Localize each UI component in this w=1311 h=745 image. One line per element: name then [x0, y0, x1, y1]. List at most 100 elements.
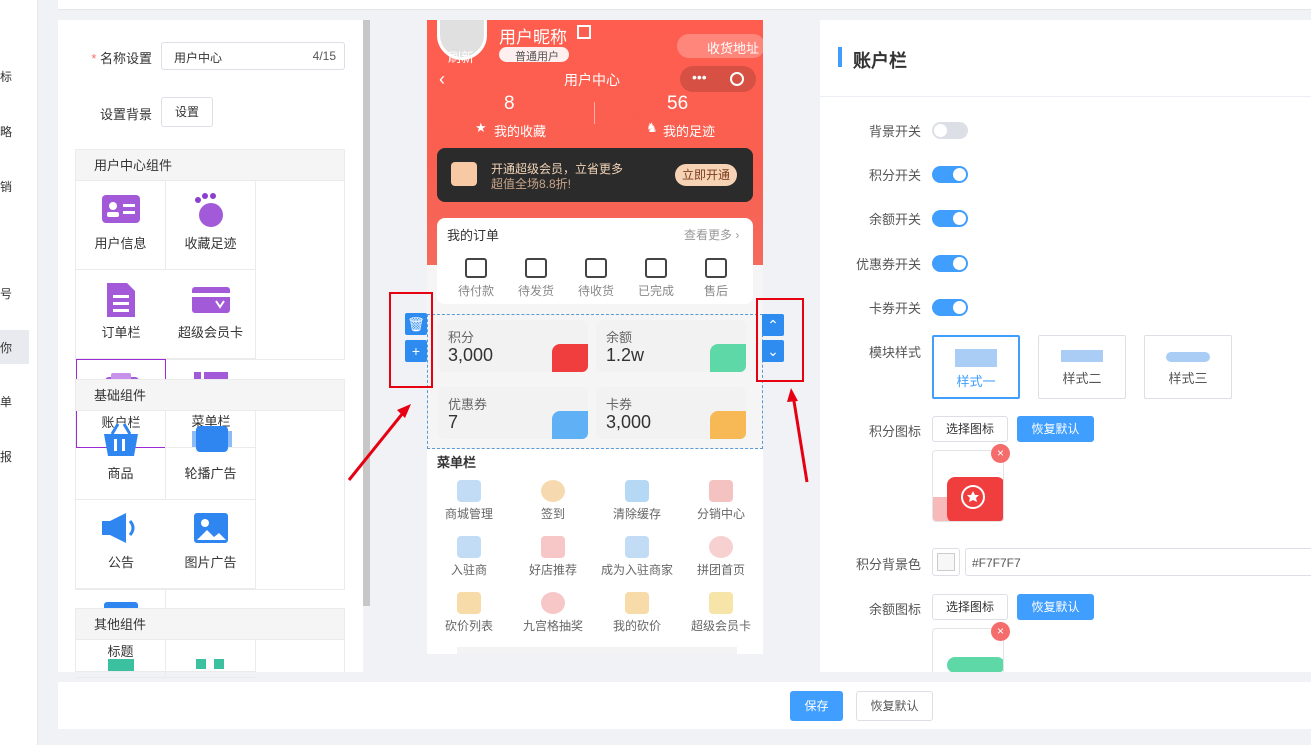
foot-label[interactable]: 我的足迹 — [663, 121, 715, 140]
nav-item[interactable]: 你 — [0, 339, 12, 356]
remove-balance-icon[interactable]: × — [991, 622, 1010, 641]
menu-title: 菜单栏 — [437, 455, 477, 470]
order-after-sale[interactable]: 售后 — [689, 258, 743, 299]
vip-line2: 超值全场8.8折! — [491, 177, 572, 191]
address-link[interactable]: 收货地址 — [707, 38, 759, 57]
account-bar-module[interactable]: 积分 3,000 余额 1.2w 优惠券 7 卡券 3,000 — [427, 314, 763, 449]
left-panel-scrollbar[interactable] — [363, 20, 370, 606]
menu-item[interactable]: 商城管理 — [427, 480, 511, 522]
color-picker[interactable] — [932, 548, 960, 576]
component-other-2[interactable] — [166, 640, 256, 672]
name-label: * 名称设置 — [91, 51, 152, 66]
nav-item[interactable]: 略 — [0, 123, 12, 140]
menu-item[interactable]: 签到 — [511, 480, 595, 522]
choose-balance-icon-button[interactable]: 选择图标 — [932, 594, 1008, 620]
phone-preview: 刷新 用户昵称 普通用户 收货地址 ‹ 用户中心 ••• 8 ★ 我的收藏 56… — [427, 20, 763, 654]
red-arrow-right — [787, 388, 809, 483]
coupon-switch[interactable] — [932, 255, 968, 272]
order-pending-pay[interactable]: 待付款 — [449, 258, 503, 299]
nickname: 用户昵称 — [499, 28, 567, 47]
component-vip-card[interactable]: 超级会员卡 — [166, 270, 256, 359]
points-icon-preview — [932, 450, 1004, 522]
page-title: 用户中心 — [564, 72, 620, 88]
fav-label[interactable]: 我的收藏 — [494, 121, 546, 140]
bg-switch[interactable] — [932, 122, 968, 139]
save-button[interactable]: 保存 — [790, 691, 843, 721]
restore-balance-icon-button[interactable]: 恢复默认 — [1017, 594, 1094, 620]
order-pending-receive[interactable]: 待收货 — [569, 258, 623, 299]
points-switch[interactable] — [932, 166, 968, 183]
style-option-3[interactable]: 样式三 — [1144, 335, 1232, 399]
component-image-ad[interactable]: 图片广告 — [166, 500, 256, 589]
menu-item[interactable]: 分销中心 — [679, 480, 763, 522]
user-card-icon — [102, 195, 140, 223]
account-coupons[interactable]: 优惠券 7 — [438, 387, 588, 439]
menu-item[interactable]: 超级会员卡 — [679, 592, 763, 634]
close-circle-icon[interactable] — [730, 72, 744, 86]
nav-item[interactable]: 单 — [0, 393, 12, 410]
ticket-icon — [710, 411, 746, 439]
menu-item[interactable]: 好店推荐 — [511, 536, 595, 578]
menu-item[interactable]: 拼团首页 — [679, 536, 763, 578]
balance-switch[interactable] — [932, 210, 968, 227]
component-carousel[interactable]: 轮播广告 — [166, 411, 256, 500]
diamond-icon — [451, 162, 477, 186]
menu-item[interactable]: 清除缓存 — [595, 480, 679, 522]
capsule-menu[interactable]: ••• — [680, 66, 756, 92]
footprint-icon — [195, 193, 223, 227]
title-accent-bar — [838, 47, 842, 67]
name-input[interactable]: 用户中心 4/15 — [161, 42, 345, 70]
account-balance[interactable]: 余额 1.2w — [596, 320, 746, 372]
orders-more-link[interactable]: 查看更多 › — [684, 226, 739, 243]
delete-module-button[interactable]: 🗑 — [405, 313, 427, 335]
component-user-info[interactable]: 用户信息 — [76, 181, 166, 270]
vip-card-icon — [192, 287, 230, 313]
more-dots-icon[interactable]: ••• — [692, 69, 707, 85]
move-up-button[interactable]: ⌃ — [762, 314, 784, 336]
remove-points-icon[interactable]: × — [991, 444, 1010, 463]
set-bg-button[interactable]: 设置 — [161, 97, 213, 127]
piggy-bank-icon — [710, 344, 746, 372]
component-orders[interactable]: 订单栏 — [76, 270, 166, 359]
component-goods[interactable]: 商品 — [76, 411, 166, 500]
account-cards[interactable]: 卡券 3,000 — [596, 387, 746, 439]
nav-item[interactable]: 报 — [0, 448, 12, 465]
add-module-button[interactable]: + — [405, 340, 427, 362]
style-option-2[interactable]: 样式二 — [1038, 335, 1126, 399]
order-completed[interactable]: 已完成 — [629, 258, 683, 299]
component-favorites[interactable]: 收藏足迹 — [166, 181, 256, 270]
nav-item[interactable]: 销 — [0, 178, 12, 195]
vip-banner[interactable]: 开通超级会员，立省更多 超值全场8.8折! 立即开通 — [437, 148, 753, 202]
choose-points-icon-button[interactable]: 选择图标 — [932, 416, 1008, 442]
account-points[interactable]: 积分 3,000 — [438, 320, 588, 372]
move-down-button[interactable]: ⌄ — [762, 340, 784, 362]
component-other-1[interactable] — [76, 640, 166, 672]
refresh-label[interactable]: 刷新 — [448, 47, 474, 66]
add-page-icon — [108, 659, 134, 671]
menu-item[interactable]: 入驻商 — [427, 536, 511, 578]
image-icon — [194, 513, 228, 543]
basket-icon — [104, 423, 138, 456]
restore-points-icon-button[interactable]: 恢复默认 — [1017, 416, 1094, 442]
vip-open-button[interactable]: 立即开通 — [675, 164, 737, 186]
back-icon[interactable]: ‹ — [439, 69, 445, 90]
reset-button[interactable]: 恢复默认 — [856, 691, 933, 721]
menu-item[interactable]: 九宫格抽奖 — [511, 592, 595, 634]
nav-item[interactable]: 标 — [0, 68, 12, 85]
menu-item[interactable]: 砍价列表 — [427, 592, 511, 634]
points-bg-input[interactable]: #F7F7F7 — [965, 548, 1311, 576]
group-title: 基础组件 — [76, 380, 344, 411]
menu-item[interactable]: 成为入驻商家 — [595, 536, 679, 578]
qrcode-icon[interactable] — [577, 25, 591, 39]
red-arrow-left — [347, 404, 411, 481]
stat-divider — [594, 102, 595, 124]
switch-label: 背景开关 — [868, 124, 921, 139]
nav-item[interactable]: 号 — [0, 285, 12, 302]
component-notice[interactable]: 公告 — [76, 500, 166, 589]
order-pending-ship[interactable]: 待发货 — [509, 258, 563, 299]
card-switch[interactable] — [932, 299, 968, 316]
other-group: 其他组件 — [75, 608, 345, 672]
menu-item[interactable]: 我的砍价 — [595, 592, 679, 634]
foot-count: 56 — [667, 93, 689, 114]
style-option-1[interactable]: 样式一 — [932, 335, 1020, 399]
